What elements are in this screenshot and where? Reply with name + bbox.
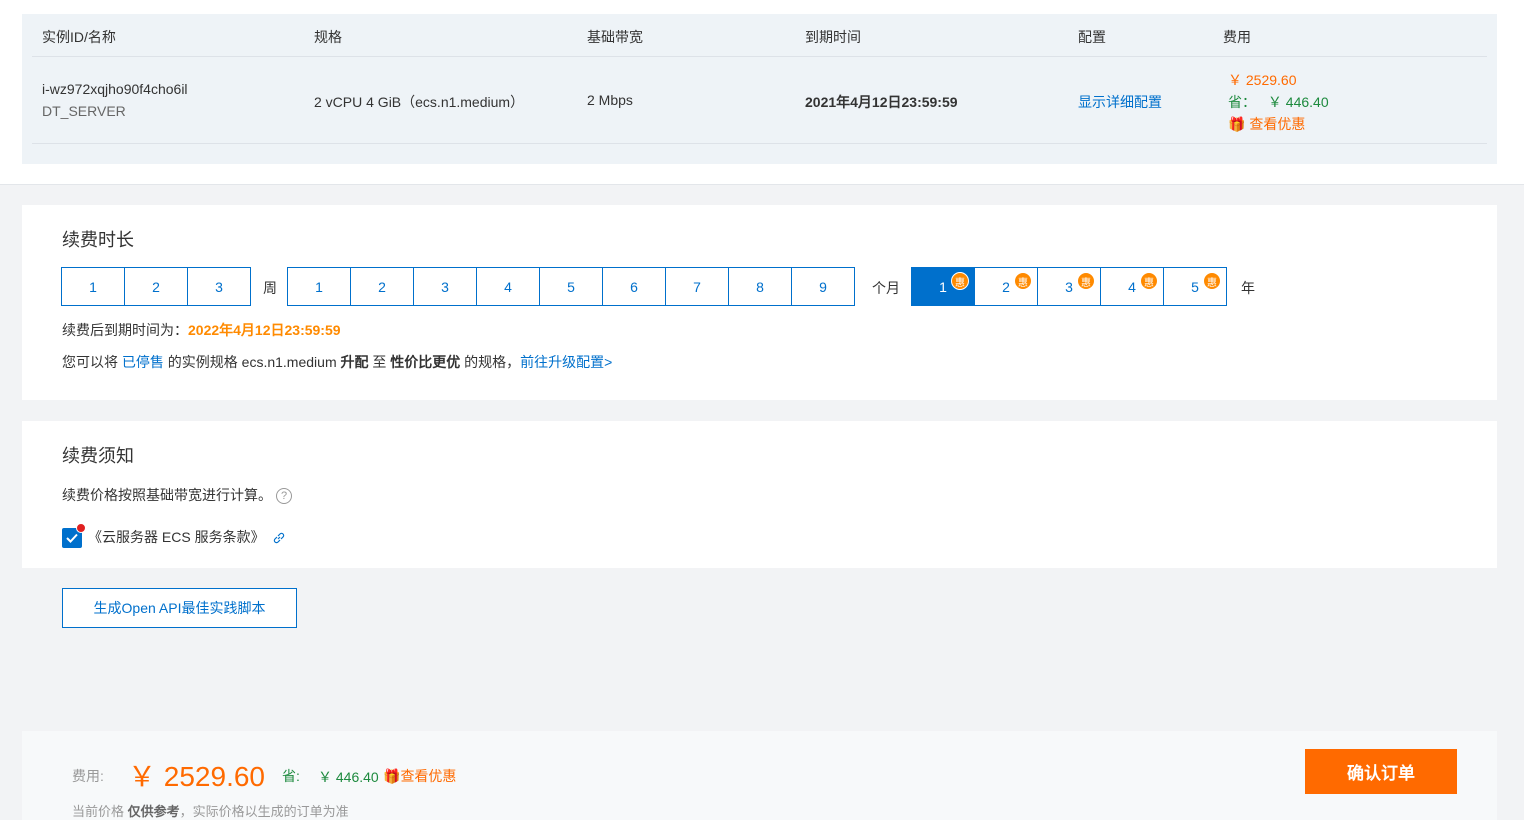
month-option-8[interactable]: 8 [728, 267, 792, 306]
year-unit: 年 [1241, 280, 1255, 296]
instance-table: 实例ID/名称 规格 基础带宽 到期时间 配置 费用 i-wz972xqjho9… [22, 14, 1497, 164]
year-selector: 1惠 2惠 3惠 4惠 5惠 [911, 267, 1227, 306]
header-instance: 实例ID/名称 [42, 29, 116, 45]
table-row: i-wz972xqjho90f4cho6il DT_SERVER 2 vCPU … [32, 57, 1487, 144]
discount-badge: 惠 [951, 272, 969, 290]
year-option-2-label: 2 [1002, 278, 1010, 295]
renew-panel: 续费时长 1 2 3 周 1 2 3 4 5 6 7 8 9 个月 1惠 2惠 … [22, 205, 1497, 400]
week-option-3[interactable]: 3 [187, 267, 251, 306]
row-discount-link[interactable]: 🎁 查看优惠 [1228, 114, 1305, 134]
renew-expire-line: 续费后到期时间为：2022年4月12日23:59:59 [62, 320, 341, 340]
year-option-4[interactable]: 4惠 [1100, 267, 1164, 306]
year-option-1[interactable]: 1惠 [911, 267, 975, 306]
row-discount-label: 查看优惠 [1249, 116, 1306, 132]
header-spec: 规格 [314, 29, 342, 45]
month-option-2[interactable]: 2 [350, 267, 414, 306]
header-expire: 到期时间 [805, 29, 861, 45]
month-option-6[interactable]: 6 [602, 267, 666, 306]
row-save-value: ￥ 446.40 [1267, 94, 1329, 110]
upgrade-text-4: 的规格， [464, 354, 521, 370]
header-bandwidth: 基础带宽 [587, 29, 643, 45]
week-option-2[interactable]: 2 [124, 267, 188, 306]
terms-label: 《云服务器 ECS 服务条款》 [88, 529, 265, 545]
upgrade-line: 您可以将 已停售 的实例规格 ecs.n1.medium 升配 至 性价比更优 … [62, 352, 612, 372]
row-save: 省： ￥ 446.40 [1228, 92, 1329, 112]
better-value-word: 性价比更优 [390, 354, 461, 370]
month-option-5[interactable]: 5 [539, 267, 603, 306]
renew-title: 续费时长 [62, 230, 134, 250]
instance-expire: 2021年4月12日23:59:59 [805, 94, 958, 110]
week-selector: 1 2 3 [61, 267, 251, 306]
notice-panel: 续费须知 续费价格按照基础带宽进行计算。? 《云服务器 ECS 服务条款》 [22, 421, 1497, 568]
row-save-label: 省： [1228, 94, 1256, 110]
check-icon [66, 533, 78, 543]
row-price: ￥ 2529.60 [1228, 72, 1297, 88]
footer-fee-label: 费用: [72, 768, 104, 784]
footer-fee-value: ￥ 2529.60 [128, 761, 265, 792]
price-note-1: 当前价格 [72, 804, 125, 819]
discount-badge: 惠 [1077, 272, 1095, 290]
week-option-1[interactable]: 1 [61, 267, 125, 306]
month-option-3[interactable]: 3 [413, 267, 477, 306]
month-option-1[interactable]: 1 [287, 267, 351, 306]
price-note-2: ，实际价格以生成的订单为准 [179, 804, 349, 819]
year-option-4-label: 4 [1128, 278, 1136, 295]
instance-section: 实例ID/名称 规格 基础带宽 到期时间 配置 费用 i-wz972xqjho9… [0, 0, 1524, 185]
show-config-link[interactable]: 显示详细配置 [1078, 92, 1162, 112]
header-config: 配置 [1078, 29, 1106, 45]
instance-spec: 2 vCPU 4 GiB（ecs.n1.medium） [314, 94, 525, 110]
link-icon [274, 533, 285, 544]
stopped-tag: 已停售 [121, 354, 164, 370]
discount-badge: 惠 [1140, 272, 1158, 290]
notice-text: 续费价格按照基础带宽进行计算。 [62, 487, 272, 503]
confirm-order-button[interactable]: 确认订单 [1305, 749, 1457, 794]
gift-icon: 🎁 [1228, 116, 1246, 132]
week-unit: 周 [263, 280, 277, 296]
upgrade-text-3: 至 [372, 354, 387, 370]
price-note: 当前价格 仅供参考，实际价格以生成的订单为准 [72, 801, 349, 820]
notice-text-line: 续费价格按照基础带宽进行计算。? [62, 485, 292, 505]
order-footer: 费用: ￥ 2529.60 省: ￥ 446.40 🎁查看优惠 当前价格 仅供参… [22, 731, 1497, 820]
month-option-4[interactable]: 4 [476, 267, 540, 306]
upgrade-word: 升配 [340, 354, 369, 370]
help-icon[interactable]: ? [276, 488, 292, 505]
terms-link[interactable]: 《云服务器 ECS 服务条款》 [88, 527, 286, 547]
instance-name: DT_SERVER [42, 103, 126, 119]
header-fee: 费用 [1223, 29, 1251, 45]
month-option-9[interactable]: 9 [791, 267, 855, 306]
upgrade-config-link[interactable]: 前往升级配置> [520, 354, 612, 370]
month-unit: 个月 [872, 280, 900, 296]
year-option-3-label: 3 [1065, 278, 1073, 295]
year-option-3[interactable]: 3惠 [1037, 267, 1101, 306]
generate-api-script-button[interactable]: 生成Open API最佳实践脚本 [62, 588, 297, 628]
month-selector: 1 2 3 4 5 6 7 8 9 [287, 267, 855, 306]
discount-badge: 惠 [1203, 272, 1221, 290]
year-option-5[interactable]: 5惠 [1163, 267, 1227, 306]
renew-expire-label: 续费后到期时间为： [62, 322, 188, 338]
upgrade-text-2: 的实例规格 ecs.n1.medium [167, 354, 337, 370]
renew-expire-value: 2022年4月12日23:59:59 [188, 322, 341, 338]
instance-id: i-wz972xqjho90f4cho6il [42, 81, 188, 97]
table-header: 实例ID/名称 规格 基础带宽 到期时间 配置 费用 [32, 14, 1487, 57]
price-note-bold: 仅供参考 [127, 804, 180, 819]
upgrade-text-1: 您可以将 [62, 354, 118, 370]
discount-badge: 惠 [1014, 272, 1032, 290]
year-option-2[interactable]: 2惠 [974, 267, 1038, 306]
gift-icon: 🎁 [383, 768, 401, 784]
instance-bandwidth: 2 Mbps [587, 92, 633, 108]
month-option-7[interactable]: 7 [665, 267, 729, 306]
notice-title: 续费须知 [62, 446, 134, 466]
year-option-1-label: 1 [939, 278, 947, 295]
footer-save-value: ￥ 446.40 [318, 769, 379, 785]
year-option-5-label: 5 [1191, 278, 1199, 295]
footer-discount-label: 查看优惠 [400, 768, 457, 784]
footer-save-label: 省: [282, 768, 300, 784]
notification-dot [76, 523, 86, 533]
footer-discount-link[interactable]: 🎁查看优惠 [383, 766, 456, 786]
